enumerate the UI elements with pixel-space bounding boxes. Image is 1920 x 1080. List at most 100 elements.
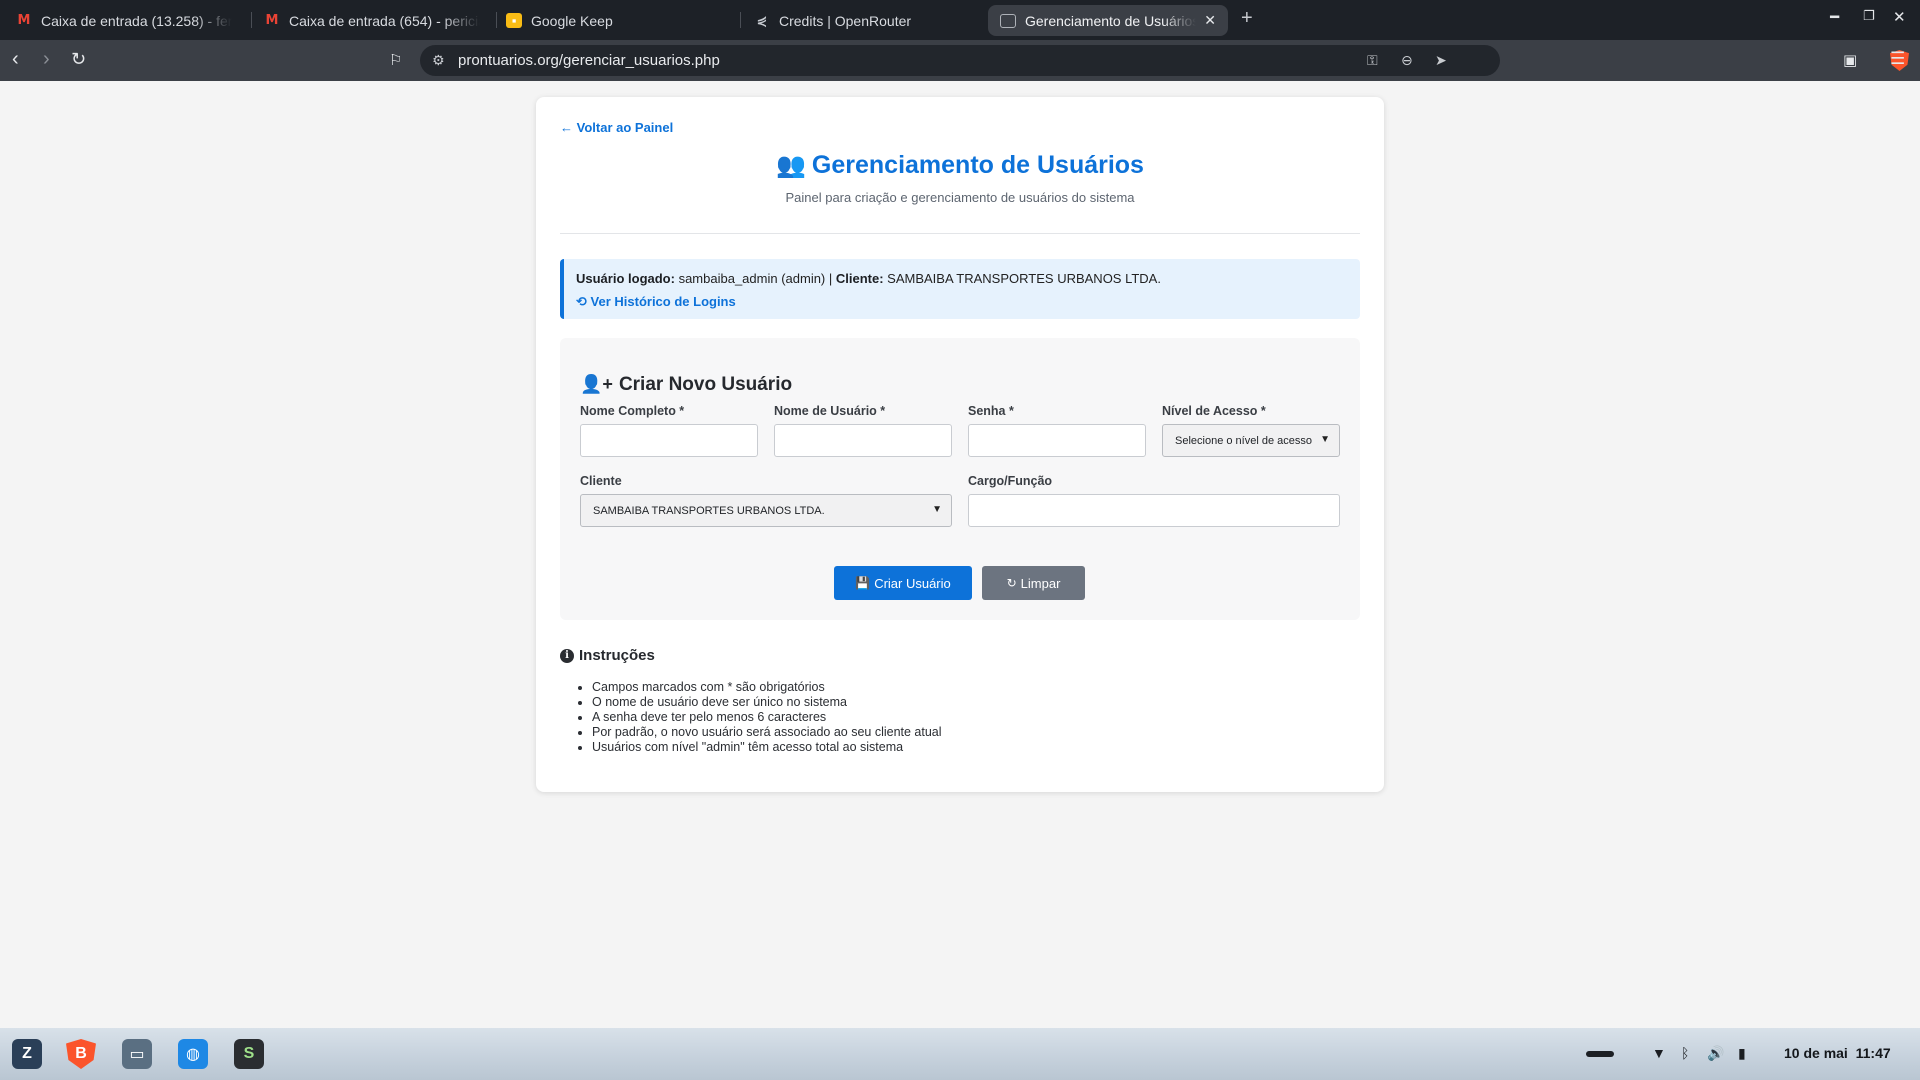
tab-google-keep[interactable]: ▪ Google Keep — [494, 5, 734, 36]
page-title-text: Gerenciamento de Usuários — [811, 151, 1144, 179]
gmail-icon: M — [17, 13, 31, 28]
user-management-card: ← Voltar ao Painel 👥 Gerenciamento de Usu… — [536, 97, 1384, 792]
client-label: Cliente: — [835, 271, 884, 286]
close-tab-icon[interactable]: ✕ — [1204, 12, 1216, 29]
instructions-title: i Instruções — [560, 647, 655, 664]
list-item: Por padrão, o novo usuário será associad… — [592, 725, 942, 740]
user-value: sambaiba_admin (admin) | — [678, 271, 833, 286]
forward-icon[interactable]: › — [43, 48, 50, 70]
history-icon: ⟲ — [576, 294, 587, 309]
client-select[interactable]: SAMBAIBA TRANSPORTES URBANOS LTDA. ▼ — [580, 494, 952, 527]
tab-gmail-2[interactable]: M Caixa de entrada (654) - pericia — [252, 5, 492, 36]
chevron-down-icon: ▼ — [932, 504, 942, 515]
address-bar[interactable]: ⚙ prontuarios.org/gerenciar_usuarios.php… — [420, 45, 1909, 76]
list-item: Usuários com nível "admin" têm acesso to… — [592, 740, 942, 755]
brave-browser-icon[interactable]: B — [66, 1039, 96, 1069]
client-select-value: SAMBAIBA TRANSPORTES URBANOS LTDA. — [593, 504, 825, 517]
clock-time: 11:47 — [1855, 1045, 1891, 1061]
terminal-app-icon[interactable]: S — [234, 1039, 264, 1069]
page-title: 👥 Gerenciamento de Usuários — [536, 151, 1384, 180]
refresh-icon: ↻ — [1006, 576, 1017, 590]
tab-title: Google Keep — [531, 12, 613, 29]
taskbar: Z B ▭ ◍ S ▼ ᛒ 🔊 ▮ 10 de mai 11:47 — [0, 1028, 1920, 1080]
site-settings-icon[interactable]: ⚙ — [432, 52, 445, 69]
full-name-label: Nome Completo * — [580, 404, 685, 418]
access-level-value: Selecione o nível de acesso — [1175, 434, 1312, 447]
bookmark-icon[interactable]: ⚐ — [389, 50, 402, 72]
volume-icon[interactable]: 🔊 — [1707, 1045, 1724, 1062]
login-history-link[interactable]: ⟲ Ver Histórico de Logins — [576, 294, 736, 310]
browser-toolbar: ‹ › ↻ ⚐ ⚙ prontuarios.org/gerenciar_usua… — [0, 40, 1920, 81]
username-input[interactable] — [774, 424, 952, 457]
keyboard-layout-indicator[interactable] — [1586, 1051, 1614, 1057]
tab-title: Caixa de entrada (13.258) - fern — [41, 12, 232, 29]
zoom-icon[interactable]: ⊖ — [1401, 52, 1413, 69]
share-icon[interactable]: ➤ — [1435, 52, 1447, 69]
users-gear-icon: 👥 — [776, 152, 806, 179]
access-level-select[interactable]: Selecione o nível de acesso ▼ — [1162, 424, 1340, 457]
full-name-input[interactable] — [580, 424, 758, 457]
chevron-down-icon: ▼ — [1320, 434, 1330, 445]
minimize-icon[interactable]: ━ — [1830, 8, 1839, 26]
divider — [560, 233, 1360, 234]
user-plus-icon: 👤+ — [580, 374, 613, 394]
create-user-button[interactable]: 💾 Criar Usuário — [834, 566, 972, 600]
form-title: 👤+ Criar Novo Usuário — [580, 374, 792, 396]
globe-icon — [1000, 13, 1016, 28]
access-level-label: Nível de Acesso * — [1162, 404, 1266, 418]
tab-separator — [740, 12, 741, 28]
wifi-icon[interactable]: ▼ — [1652, 1045, 1666, 1061]
list-item: A senha deve ter pelo menos 6 caracteres — [592, 710, 942, 725]
password-label: Senha * — [968, 404, 1014, 418]
software-store-icon[interactable]: ◍ — [178, 1039, 208, 1069]
tab-gmail-1[interactable]: M Caixa de entrada (13.258) - fern — [4, 5, 244, 36]
back-icon[interactable]: ‹ — [12, 48, 19, 70]
maximize-icon[interactable]: ❐ — [1863, 8, 1875, 24]
clear-label: Limpar — [1020, 575, 1061, 591]
tab-title: Gerenciamento de Usuários — [1025, 12, 1197, 29]
clock[interactable]: 10 de mai 11:47 — [1784, 1045, 1891, 1061]
logged-user-line: Usuário logado: sambaiba_admin (admin) |… — [576, 271, 1161, 286]
zorin-menu-icon[interactable]: Z — [12, 1039, 42, 1069]
openrouter-icon: ⋞ — [756, 12, 768, 28]
role-input[interactable] — [968, 494, 1340, 527]
back-link-label: Voltar ao Painel — [576, 120, 674, 135]
battery-icon[interactable]: ▮ — [1738, 1045, 1746, 1062]
tab-title: Caixa de entrada (654) - pericia — [289, 12, 480, 29]
arrow-left-icon: ← — [560, 120, 573, 135]
files-icon[interactable]: ▭ — [122, 1039, 152, 1069]
back-to-panel-link[interactable]: ← Voltar ao Painel — [560, 120, 673, 135]
list-item: Campos marcados com * são obrigatórios — [592, 680, 942, 695]
tab-title: Credits | OpenRouter — [779, 12, 912, 29]
page-subtitle: Painel para criação e gerenciamento de u… — [785, 190, 1135, 205]
instructions-list: Campos marcados com * são obrigatórios O… — [592, 680, 942, 755]
client-value: SAMBAIBA TRANSPORTES URBANOS LTDA. — [887, 271, 1161, 286]
new-tab-icon[interactable]: + — [1241, 7, 1253, 30]
list-item: O nome de usuário deve ser único no sist… — [592, 695, 942, 710]
password-input[interactable] — [968, 424, 1146, 457]
create-user-label: Criar Usuário — [874, 575, 951, 591]
close-window-icon[interactable]: ✕ — [1893, 8, 1906, 26]
url-text: prontuarios.org/gerenciar_usuarios.php — [458, 52, 720, 69]
google-keep-icon: ▪ — [506, 13, 522, 28]
username-label: Nome de Usuário * — [774, 404, 886, 418]
role-label: Cargo/Função — [968, 474, 1053, 488]
clear-button[interactable]: ↻ Limpar — [982, 566, 1085, 600]
info-icon: i — [560, 648, 574, 663]
client-field-label: Cliente — [580, 474, 622, 488]
tab-openrouter[interactable]: ⋞ Credits | OpenRouter — [742, 5, 982, 36]
save-icon: 💾 — [855, 576, 871, 590]
instructions-title-text: Instruções — [579, 647, 655, 664]
gmail-icon: M — [265, 13, 279, 28]
menu-icon[interactable]: ☰ — [1890, 48, 1905, 70]
password-key-icon[interactable]: ⚿ — [1367, 52, 1378, 69]
sidebar-icon[interactable]: ▣ — [1843, 50, 1857, 72]
create-user-form: 👤+ Criar Novo Usuário Nome Completo * Nom… — [560, 338, 1360, 620]
login-history-label: Ver Histórico de Logins — [590, 294, 736, 309]
bluetooth-icon[interactable]: ᛒ — [1681, 1045, 1689, 1061]
reload-icon[interactable]: ↻ — [71, 48, 86, 70]
form-title-text: Criar Novo Usuário — [618, 374, 793, 395]
logged-user-info: Usuário logado: sambaiba_admin (admin) |… — [560, 259, 1360, 319]
tab-gerenciamento-usuarios[interactable]: Gerenciamento de Usuários ✕ — [988, 5, 1228, 36]
clock-date: 10 de mai — [1784, 1045, 1848, 1061]
